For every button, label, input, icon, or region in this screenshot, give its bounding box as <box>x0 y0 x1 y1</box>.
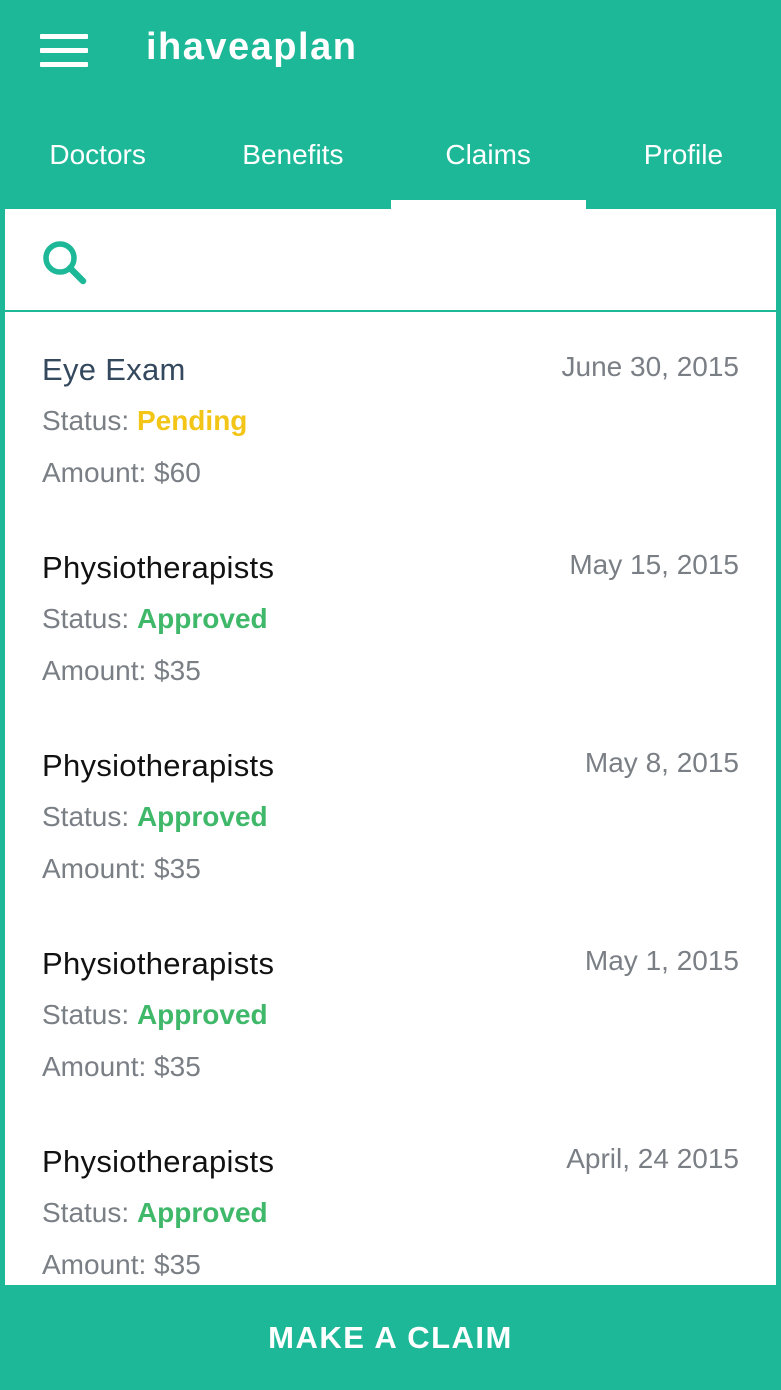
claim-amount: Amount: $35 <box>42 655 201 686</box>
claim-status: Status: Pending <box>42 405 247 437</box>
app-bar: ihaveaplan <box>0 0 781 105</box>
search-input[interactable] <box>105 234 745 286</box>
claim-date: June 30, 2015 <box>561 351 740 382</box>
tab-benefits[interactable]: Benefits <box>195 105 390 209</box>
status-label: Status: <box>42 1197 130 1228</box>
claim-title: Physiotherapists <box>42 1144 275 1179</box>
claim-item[interactable]: Physiotherapists May 1, 2015 Status: App… <box>5 906 776 1104</box>
tab-doctors[interactable]: Doctors <box>0 105 195 209</box>
claim-status: Status: Approved <box>42 1197 268 1229</box>
claim-title: Physiotherapists <box>42 748 275 783</box>
app-title: ihaveaplan <box>146 26 358 68</box>
claims-list: Eye Exam June 30, 2015 Status: Pending A… <box>5 312 776 1285</box>
status-label: Status: <box>42 999 130 1030</box>
claim-item[interactable]: Eye Exam June 30, 2015 Status: Pending A… <box>5 312 776 510</box>
search-bar <box>5 209 776 312</box>
claim-status: Status: Approved <box>42 801 268 833</box>
claims-card: Eye Exam June 30, 2015 Status: Pending A… <box>5 209 776 1285</box>
make-a-claim-button[interactable]: MAKE A CLAIM <box>0 1285 781 1390</box>
claim-date: April, 24 2015 <box>566 1143 739 1174</box>
status-label: Status: <box>42 801 130 832</box>
status-label: Status: <box>42 603 130 634</box>
claim-item[interactable]: Physiotherapists May 15, 2015 Status: Ap… <box>5 510 776 708</box>
claim-amount: Amount: $35 <box>42 1249 201 1280</box>
claim-title: Eye Exam <box>42 352 186 387</box>
claim-status: Status: Approved <box>42 999 268 1031</box>
status-value: Approved <box>136 1197 268 1228</box>
tab-profile[interactable]: Profile <box>586 105 781 209</box>
claim-item[interactable]: Physiotherapists April, 24 2015 Status: … <box>5 1104 776 1285</box>
claim-amount: Amount: $35 <box>42 1051 201 1082</box>
status-value: Approved <box>136 999 268 1030</box>
status-label: Status: <box>42 405 130 436</box>
status-value: Approved <box>136 801 268 832</box>
hamburger-menu-icon[interactable] <box>40 34 90 68</box>
claim-title: Physiotherapists <box>42 946 275 981</box>
tab-claims[interactable]: Claims <box>390 105 587 209</box>
claim-title: Physiotherapists <box>42 550 275 585</box>
status-value: Pending <box>136 405 248 436</box>
search-icon[interactable] <box>41 239 87 285</box>
claim-date: May 15, 2015 <box>569 549 739 580</box>
claim-item[interactable]: Physiotherapists May 8, 2015 Status: App… <box>5 708 776 906</box>
tab-bar: Doctors Benefits Claims Profile <box>0 105 781 209</box>
claim-date: May 1, 2015 <box>584 945 739 976</box>
claim-status: Status: Approved <box>42 603 268 635</box>
status-value: Approved <box>136 603 268 634</box>
claim-amount: Amount: $60 <box>42 457 201 488</box>
claim-amount: Amount: $35 <box>42 853 201 884</box>
claim-date: May 8, 2015 <box>584 747 739 778</box>
